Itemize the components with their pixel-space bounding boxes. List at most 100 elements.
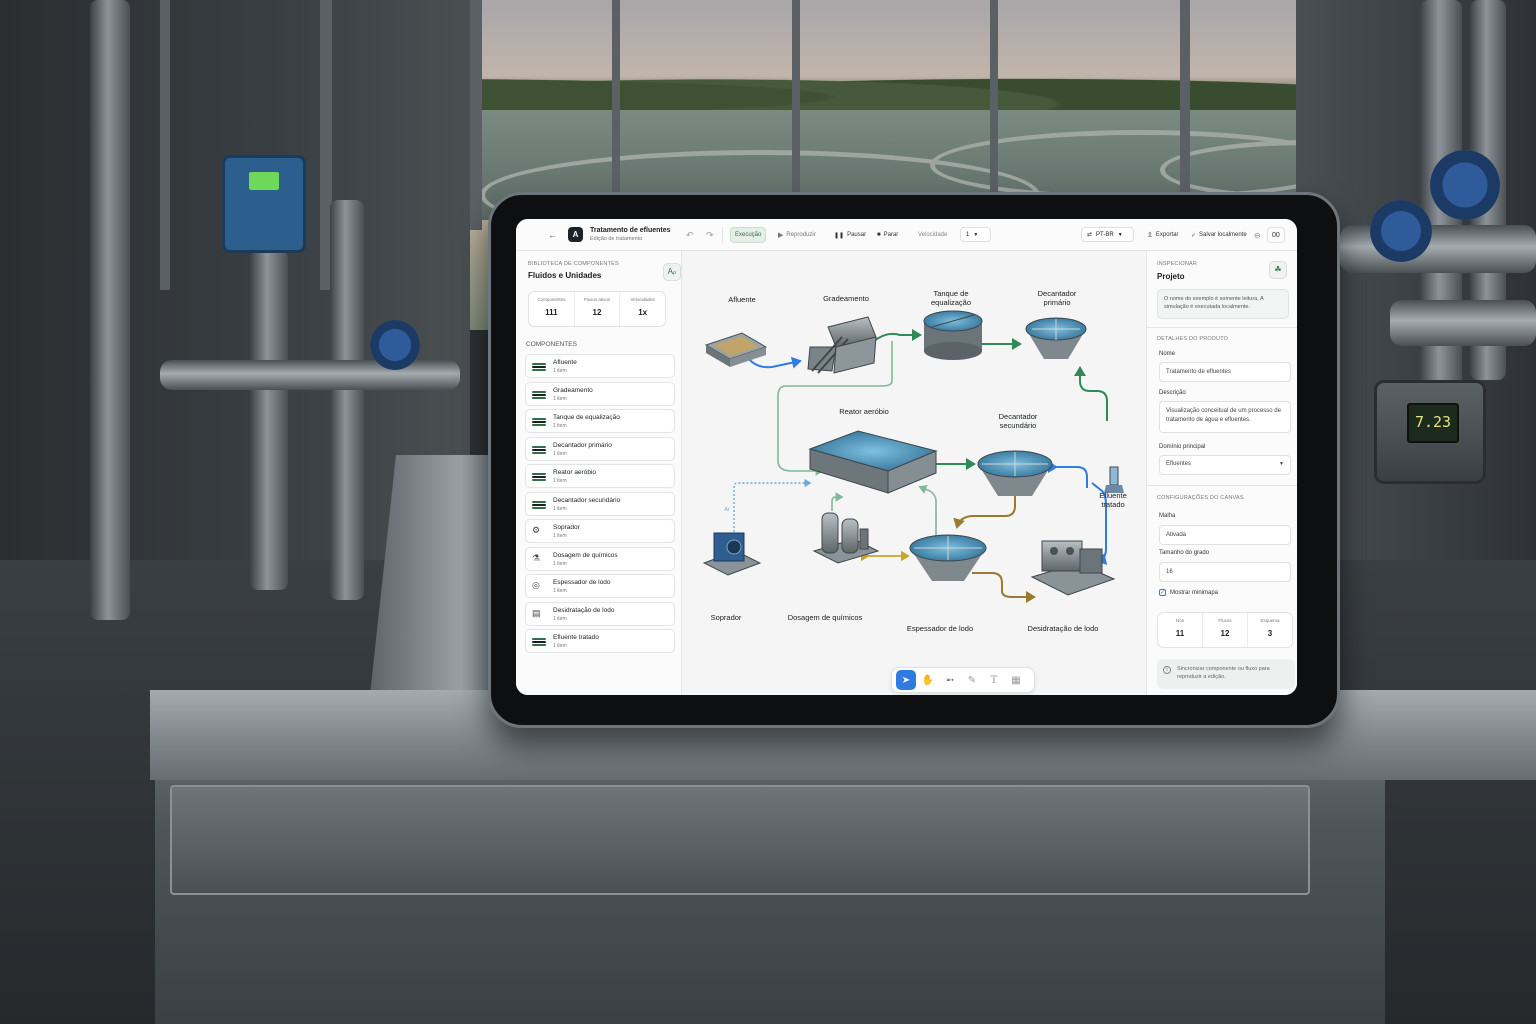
stat-flows: Fluxos 12	[1203, 613, 1248, 647]
label-desidratacao: Desidratação de lodo	[1027, 624, 1099, 633]
pause-label: Pausar	[847, 232, 867, 238]
save-local-button[interactable]: ✓ Salvar localmente	[1187, 227, 1251, 243]
component-count: 1 item	[553, 533, 567, 539]
layout-toggle[interactable]: 00	[1267, 227, 1285, 243]
connect-tool-icon[interactable]: ➵	[940, 670, 960, 690]
component-item[interactable]: Decantador secundário 1 item	[525, 491, 675, 516]
reator-node	[808, 430, 938, 494]
dewater-icon: ▤	[532, 607, 541, 618]
component-item[interactable]: Reator aeróbio 1 item	[525, 464, 675, 488]
share-icon[interactable]: ☘	[1269, 261, 1287, 279]
component-name: Espessador de lodo	[553, 579, 611, 586]
gradeamento-node	[807, 316, 877, 374]
translate-icon: ⇄	[1087, 232, 1093, 238]
stat-speeds: Velocidades 1x	[620, 292, 665, 326]
info-icon: i	[1163, 666, 1171, 674]
chevron-down-icon: ▼	[1279, 461, 1284, 467]
valve	[1430, 150, 1500, 220]
description-field[interactable]: Visualização conceitual de um processo d…	[1159, 401, 1291, 433]
divider	[722, 227, 723, 243]
chevron-down-icon: ▼	[1117, 231, 1123, 238]
stat-label: Esquema	[1260, 618, 1280, 623]
component-name: Dosagem de químicos	[553, 551, 618, 559]
window-mullion	[612, 0, 620, 200]
label-air: Ar	[724, 507, 730, 513]
component-item[interactable]: ⚗ Dosagem de químicos 1 item	[525, 546, 675, 571]
component-item[interactable]: Gradeamento 1 item	[525, 381, 675, 406]
stat-schema: Esquema 3	[1248, 613, 1292, 647]
library-title: Fluidos e Unidades	[528, 271, 602, 280]
readonly-note: O nome do exemplo é somente leitura. A s…	[1157, 289, 1289, 319]
grid-size-field[interactable]: 16	[1159, 562, 1291, 582]
back-button[interactable]: ←	[544, 227, 561, 243]
valve	[1370, 200, 1432, 262]
export-label: Exportar	[1155, 232, 1179, 238]
efluente-tratado-node	[1104, 466, 1124, 493]
grid-size-label: Tamanho do grado	[1159, 550, 1210, 556]
name-field[interactable]: Tratamento de efluentes	[1159, 362, 1291, 382]
component-name: Soprador	[553, 524, 580, 531]
stat-nodes: Nós 11	[1158, 613, 1203, 647]
stop-button[interactable]: ■ Parar	[873, 227, 902, 243]
flow-decprim-reator	[1074, 366, 1108, 421]
language-value: PT-BR	[1096, 231, 1114, 238]
select-tool-icon[interactable]: ➤	[896, 670, 916, 690]
speed-value: 1	[966, 231, 970, 238]
lines-icon	[532, 390, 546, 400]
component-item[interactable]: ⚙ Soprador 1 item	[525, 519, 675, 543]
layout-icon: 00	[1272, 231, 1280, 239]
name-label: Nome	[1159, 351, 1176, 357]
pause-button[interactable]: ❚❚ Pausar	[830, 227, 870, 243]
decantador-secundario-node	[977, 450, 1053, 496]
speed-select[interactable]: 1 ▼	[960, 227, 991, 242]
grid-field[interactable]: Ativada	[1159, 525, 1291, 545]
text-tool-icon[interactable]: T	[984, 670, 1004, 690]
lines-icon	[532, 637, 546, 647]
component-item[interactable]: Decantador primário 1 item	[525, 436, 675, 461]
domain-select[interactable]: Efluentes ▼	[1159, 455, 1291, 475]
component-item[interactable]: ▤ Desidratação de lodo 1 item	[525, 601, 675, 626]
component-item[interactable]: Afluente 1 item	[525, 354, 675, 378]
text-format-icon[interactable]: Aₚ	[663, 263, 681, 281]
document-title: Tratamento de efluentes	[590, 227, 671, 234]
stat-label: Componentes	[537, 297, 566, 302]
checkbox-check-icon: ✓	[1159, 589, 1166, 596]
component-item[interactable]: Efluente tratado 1 item	[525, 629, 675, 653]
decantador-primario-node	[1025, 317, 1087, 359]
component-item[interactable]: Tanque de equalização 1 item	[525, 409, 675, 433]
component-count: 1 item	[553, 478, 567, 484]
undo-icon[interactable]: ↶	[682, 227, 698, 243]
minimap-checkbox[interactable]: ✓ Mostrar minimapa	[1159, 589, 1218, 596]
document-subtitle: Edição de tratamento	[590, 236, 643, 242]
stat-components: Componentes 111	[529, 292, 575, 326]
label-gradeamento: Gradeamento	[823, 294, 869, 303]
component-count: 1 item	[553, 560, 567, 567]
blower-icon: ⚙	[532, 525, 541, 535]
stop-label: Parar	[883, 232, 899, 238]
redo-icon[interactable]: ↷	[702, 227, 718, 243]
component-item[interactable]: ◎ Espessador de lodo 1 item	[525, 574, 675, 598]
stat-value: 12	[1220, 629, 1230, 638]
process-canvas[interactable]: Afluente Gradeamento Tanque de equalizaç…	[682, 251, 1146, 695]
play-button[interactable]: ▶ Reproduzir	[774, 227, 820, 243]
component-name: Reator aeróbio	[553, 469, 596, 476]
domain-label: Domínio principal	[1159, 444, 1206, 450]
app-logo: A	[568, 227, 583, 242]
window-mullion	[792, 0, 800, 200]
more-icon[interactable]: ⊖	[1250, 227, 1265, 243]
stat-label: Nós	[1175, 618, 1184, 623]
component-tool-icon[interactable]: ▦	[1006, 670, 1026, 690]
execution-button[interactable]: Execução	[730, 227, 767, 243]
pan-hand-icon[interactable]: ✋	[918, 670, 938, 690]
pen-tool-icon[interactable]: ✎	[962, 670, 982, 690]
pipe	[160, 360, 460, 390]
component-name: Tanque de equalização	[553, 414, 620, 421]
language-select[interactable]: ⇄ PT-BR ▼	[1081, 227, 1134, 242]
desidratacao-node	[1030, 540, 1116, 596]
label-soprador: Soprador	[710, 613, 742, 622]
stat-label: Velocidades	[630, 297, 655, 302]
export-button[interactable]: ⇫ Exportar	[1143, 227, 1183, 243]
divider	[1147, 327, 1297, 328]
component-count: 1 item	[553, 588, 567, 594]
library-stats: Componentes 111 Fluxos ativos 12 Velocid…	[528, 291, 666, 327]
